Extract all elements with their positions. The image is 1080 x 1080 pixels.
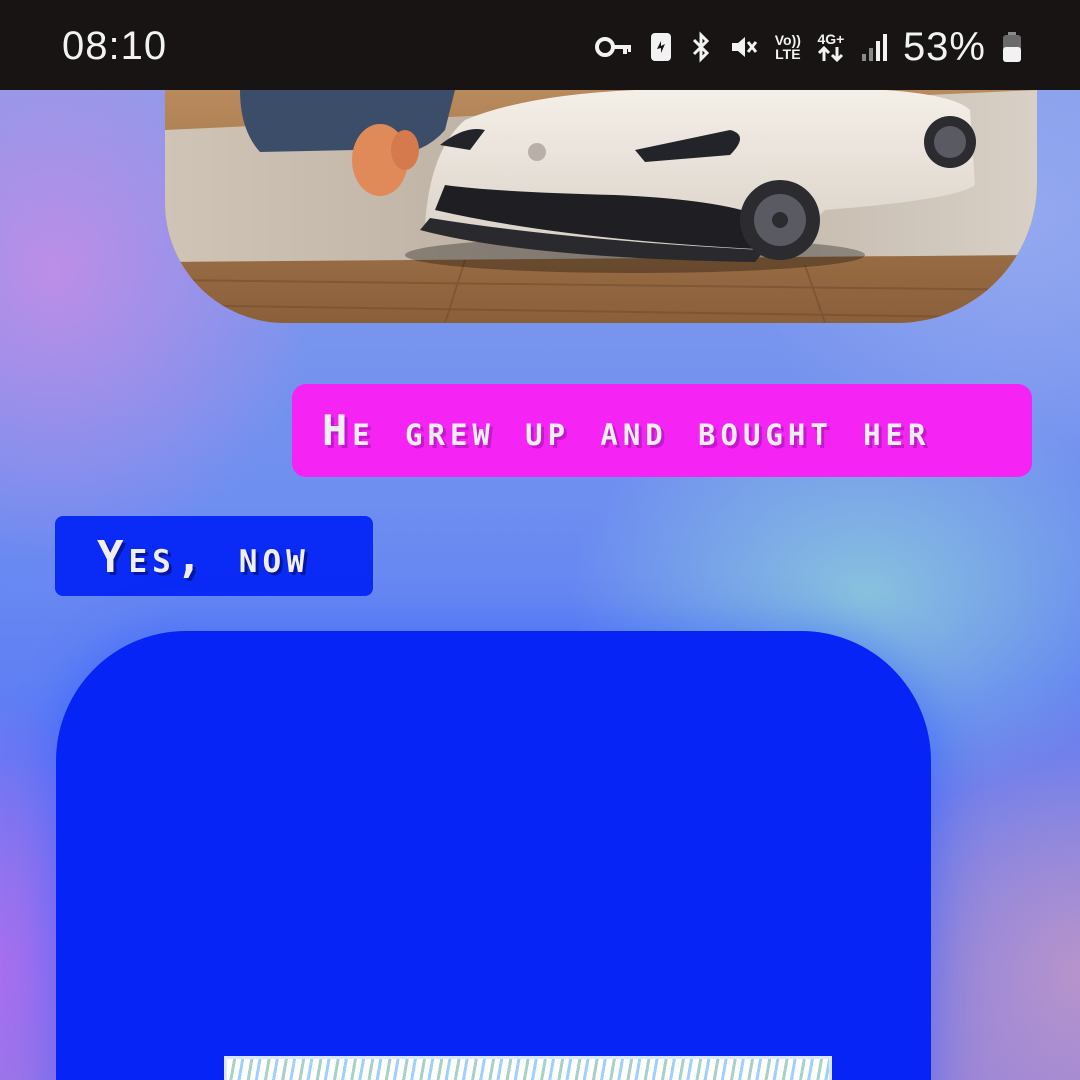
battery-icon (1002, 31, 1022, 63)
key-icon (594, 36, 633, 58)
media-card[interactable] (56, 631, 931, 1080)
status-bar: 08:10 Vo)) LTE 4G+ 53% (0, 0, 1080, 90)
bluetooth-icon (689, 31, 713, 63)
screen-record-icon (649, 31, 673, 63)
signal-icon (861, 32, 887, 62)
sent-message-text: He grew up and bought her (322, 406, 931, 455)
sent-message-bubble[interactable]: He grew up and bought her (292, 384, 1032, 477)
4g-data-icon: 4G+ (817, 32, 845, 62)
received-message-text: Yes, now (97, 532, 310, 583)
media-thumbnail[interactable] (224, 1056, 832, 1080)
received-message-bubble[interactable]: Yes, now (55, 516, 373, 596)
car-photo[interactable] (165, 90, 1037, 323)
status-icons: Vo)) LTE 4G+ 53% (594, 22, 1022, 72)
battery-percent: 53% (902, 24, 986, 69)
mute-icon (729, 32, 759, 62)
volte-icon: Vo)) LTE (774, 32, 801, 62)
status-time: 08:10 (62, 24, 168, 68)
